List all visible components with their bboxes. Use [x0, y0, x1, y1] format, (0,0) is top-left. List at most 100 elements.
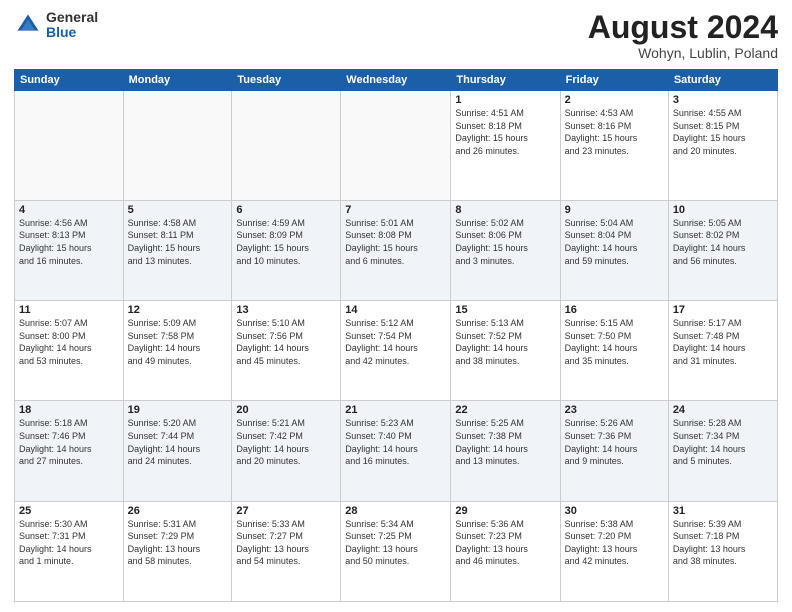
day-info: Sunrise: 4:59 AMSunset: 8:09 PMDaylight:… — [236, 217, 336, 267]
calendar-cell — [123, 91, 232, 201]
calendar-cell: 7Sunrise: 5:01 AMSunset: 8:08 PMDaylight… — [341, 200, 451, 300]
day-info: Sunrise: 4:58 AMSunset: 8:11 PMDaylight:… — [128, 217, 228, 267]
day-info: Sunrise: 5:31 AMSunset: 7:29 PMDaylight:… — [128, 518, 228, 568]
day-number: 22 — [455, 404, 555, 416]
calendar-cell: 19Sunrise: 5:20 AMSunset: 7:44 PMDayligh… — [123, 401, 232, 501]
day-number: 9 — [565, 204, 664, 216]
day-number: 24 — [673, 404, 773, 416]
calendar-cell: 21Sunrise: 5:23 AMSunset: 7:40 PMDayligh… — [341, 401, 451, 501]
page: General Blue August 2024 Wohyn, Lublin, … — [0, 0, 792, 612]
day-number: 26 — [128, 505, 228, 517]
logo-general-label: General — [46, 10, 98, 25]
calendar-cell: 26Sunrise: 5:31 AMSunset: 7:29 PMDayligh… — [123, 501, 232, 601]
day-info: Sunrise: 5:18 AMSunset: 7:46 PMDaylight:… — [19, 417, 119, 467]
calendar-cell: 22Sunrise: 5:25 AMSunset: 7:38 PMDayligh… — [451, 401, 560, 501]
calendar-week-5: 25Sunrise: 5:30 AMSunset: 7:31 PMDayligh… — [15, 501, 778, 601]
day-number: 21 — [345, 404, 446, 416]
day-number: 3 — [673, 94, 773, 106]
day-number: 30 — [565, 505, 664, 517]
calendar-cell: 8Sunrise: 5:02 AMSunset: 8:06 PMDaylight… — [451, 200, 560, 300]
calendar-table: Sunday Monday Tuesday Wednesday Thursday… — [14, 69, 778, 602]
day-info: Sunrise: 5:10 AMSunset: 7:56 PMDaylight:… — [236, 317, 336, 367]
calendar-week-4: 18Sunrise: 5:18 AMSunset: 7:46 PMDayligh… — [15, 401, 778, 501]
calendar-cell: 30Sunrise: 5:38 AMSunset: 7:20 PMDayligh… — [560, 501, 668, 601]
day-info: Sunrise: 5:01 AMSunset: 8:08 PMDaylight:… — [345, 217, 446, 267]
day-number: 8 — [455, 204, 555, 216]
day-info: Sunrise: 5:02 AMSunset: 8:06 PMDaylight:… — [455, 217, 555, 267]
calendar-cell: 18Sunrise: 5:18 AMSunset: 7:46 PMDayligh… — [15, 401, 124, 501]
calendar-cell: 6Sunrise: 4:59 AMSunset: 8:09 PMDaylight… — [232, 200, 341, 300]
day-number: 19 — [128, 404, 228, 416]
day-number: 7 — [345, 204, 446, 216]
day-number: 28 — [345, 505, 446, 517]
calendar-cell: 23Sunrise: 5:26 AMSunset: 7:36 PMDayligh… — [560, 401, 668, 501]
day-info: Sunrise: 5:12 AMSunset: 7:54 PMDaylight:… — [345, 317, 446, 367]
calendar-cell: 9Sunrise: 5:04 AMSunset: 8:04 PMDaylight… — [560, 200, 668, 300]
day-info: Sunrise: 5:36 AMSunset: 7:23 PMDaylight:… — [455, 518, 555, 568]
day-info: Sunrise: 5:26 AMSunset: 7:36 PMDaylight:… — [565, 417, 664, 467]
day-number: 2 — [565, 94, 664, 106]
calendar-cell — [232, 91, 341, 201]
header: General Blue August 2024 Wohyn, Lublin, … — [14, 10, 778, 61]
col-wednesday: Wednesday — [341, 70, 451, 91]
month-title: August 2024 — [588, 10, 778, 45]
day-number: 6 — [236, 204, 336, 216]
calendar-cell: 4Sunrise: 4:56 AMSunset: 8:13 PMDaylight… — [15, 200, 124, 300]
calendar-cell — [341, 91, 451, 201]
day-info: Sunrise: 5:09 AMSunset: 7:58 PMDaylight:… — [128, 317, 228, 367]
day-info: Sunrise: 4:51 AMSunset: 8:18 PMDaylight:… — [455, 107, 555, 157]
day-info: Sunrise: 5:39 AMSunset: 7:18 PMDaylight:… — [673, 518, 773, 568]
calendar-cell: 17Sunrise: 5:17 AMSunset: 7:48 PMDayligh… — [668, 301, 777, 401]
day-info: Sunrise: 5:20 AMSunset: 7:44 PMDaylight:… — [128, 417, 228, 467]
logo-blue-label: Blue — [46, 25, 98, 40]
day-number: 15 — [455, 304, 555, 316]
day-info: Sunrise: 5:17 AMSunset: 7:48 PMDaylight:… — [673, 317, 773, 367]
calendar-header: Sunday Monday Tuesday Wednesday Thursday… — [15, 70, 778, 91]
day-number: 31 — [673, 505, 773, 517]
day-info: Sunrise: 5:23 AMSunset: 7:40 PMDaylight:… — [345, 417, 446, 467]
day-number: 10 — [673, 204, 773, 216]
calendar-cell: 29Sunrise: 5:36 AMSunset: 7:23 PMDayligh… — [451, 501, 560, 601]
day-number: 11 — [19, 304, 119, 316]
calendar-cell: 16Sunrise: 5:15 AMSunset: 7:50 PMDayligh… — [560, 301, 668, 401]
calendar-week-1: 1Sunrise: 4:51 AMSunset: 8:18 PMDaylight… — [15, 91, 778, 201]
day-info: Sunrise: 5:04 AMSunset: 8:04 PMDaylight:… — [565, 217, 664, 267]
day-number: 23 — [565, 404, 664, 416]
calendar-cell — [15, 91, 124, 201]
day-info: Sunrise: 5:21 AMSunset: 7:42 PMDaylight:… — [236, 417, 336, 467]
calendar-cell: 3Sunrise: 4:55 AMSunset: 8:15 PMDaylight… — [668, 91, 777, 201]
day-number: 18 — [19, 404, 119, 416]
calendar-cell: 28Sunrise: 5:34 AMSunset: 7:25 PMDayligh… — [341, 501, 451, 601]
day-number: 1 — [455, 94, 555, 106]
title-block: August 2024 Wohyn, Lublin, Poland — [588, 10, 778, 61]
day-info: Sunrise: 5:13 AMSunset: 7:52 PMDaylight:… — [455, 317, 555, 367]
day-number: 5 — [128, 204, 228, 216]
day-number: 25 — [19, 505, 119, 517]
col-thursday: Thursday — [451, 70, 560, 91]
calendar-cell: 24Sunrise: 5:28 AMSunset: 7:34 PMDayligh… — [668, 401, 777, 501]
day-number: 12 — [128, 304, 228, 316]
day-info: Sunrise: 5:05 AMSunset: 8:02 PMDaylight:… — [673, 217, 773, 267]
calendar-cell: 25Sunrise: 5:30 AMSunset: 7:31 PMDayligh… — [15, 501, 124, 601]
calendar-cell: 5Sunrise: 4:58 AMSunset: 8:11 PMDaylight… — [123, 200, 232, 300]
day-number: 27 — [236, 505, 336, 517]
calendar-cell: 31Sunrise: 5:39 AMSunset: 7:18 PMDayligh… — [668, 501, 777, 601]
day-info: Sunrise: 5:38 AMSunset: 7:20 PMDaylight:… — [565, 518, 664, 568]
calendar-week-3: 11Sunrise: 5:07 AMSunset: 8:00 PMDayligh… — [15, 301, 778, 401]
day-number: 13 — [236, 304, 336, 316]
calendar-cell: 14Sunrise: 5:12 AMSunset: 7:54 PMDayligh… — [341, 301, 451, 401]
day-info: Sunrise: 5:28 AMSunset: 7:34 PMDaylight:… — [673, 417, 773, 467]
day-info: Sunrise: 4:55 AMSunset: 8:15 PMDaylight:… — [673, 107, 773, 157]
col-saturday: Saturday — [668, 70, 777, 91]
day-info: Sunrise: 5:33 AMSunset: 7:27 PMDaylight:… — [236, 518, 336, 568]
day-info: Sunrise: 5:30 AMSunset: 7:31 PMDaylight:… — [19, 518, 119, 568]
calendar-week-2: 4Sunrise: 4:56 AMSunset: 8:13 PMDaylight… — [15, 200, 778, 300]
calendar-cell: 12Sunrise: 5:09 AMSunset: 7:58 PMDayligh… — [123, 301, 232, 401]
logo-text: General Blue — [46, 10, 98, 41]
logo: General Blue — [14, 10, 98, 41]
calendar-cell: 13Sunrise: 5:10 AMSunset: 7:56 PMDayligh… — [232, 301, 341, 401]
day-number: 29 — [455, 505, 555, 517]
day-info: Sunrise: 5:15 AMSunset: 7:50 PMDaylight:… — [565, 317, 664, 367]
calendar-body: 1Sunrise: 4:51 AMSunset: 8:18 PMDaylight… — [15, 91, 778, 602]
col-friday: Friday — [560, 70, 668, 91]
